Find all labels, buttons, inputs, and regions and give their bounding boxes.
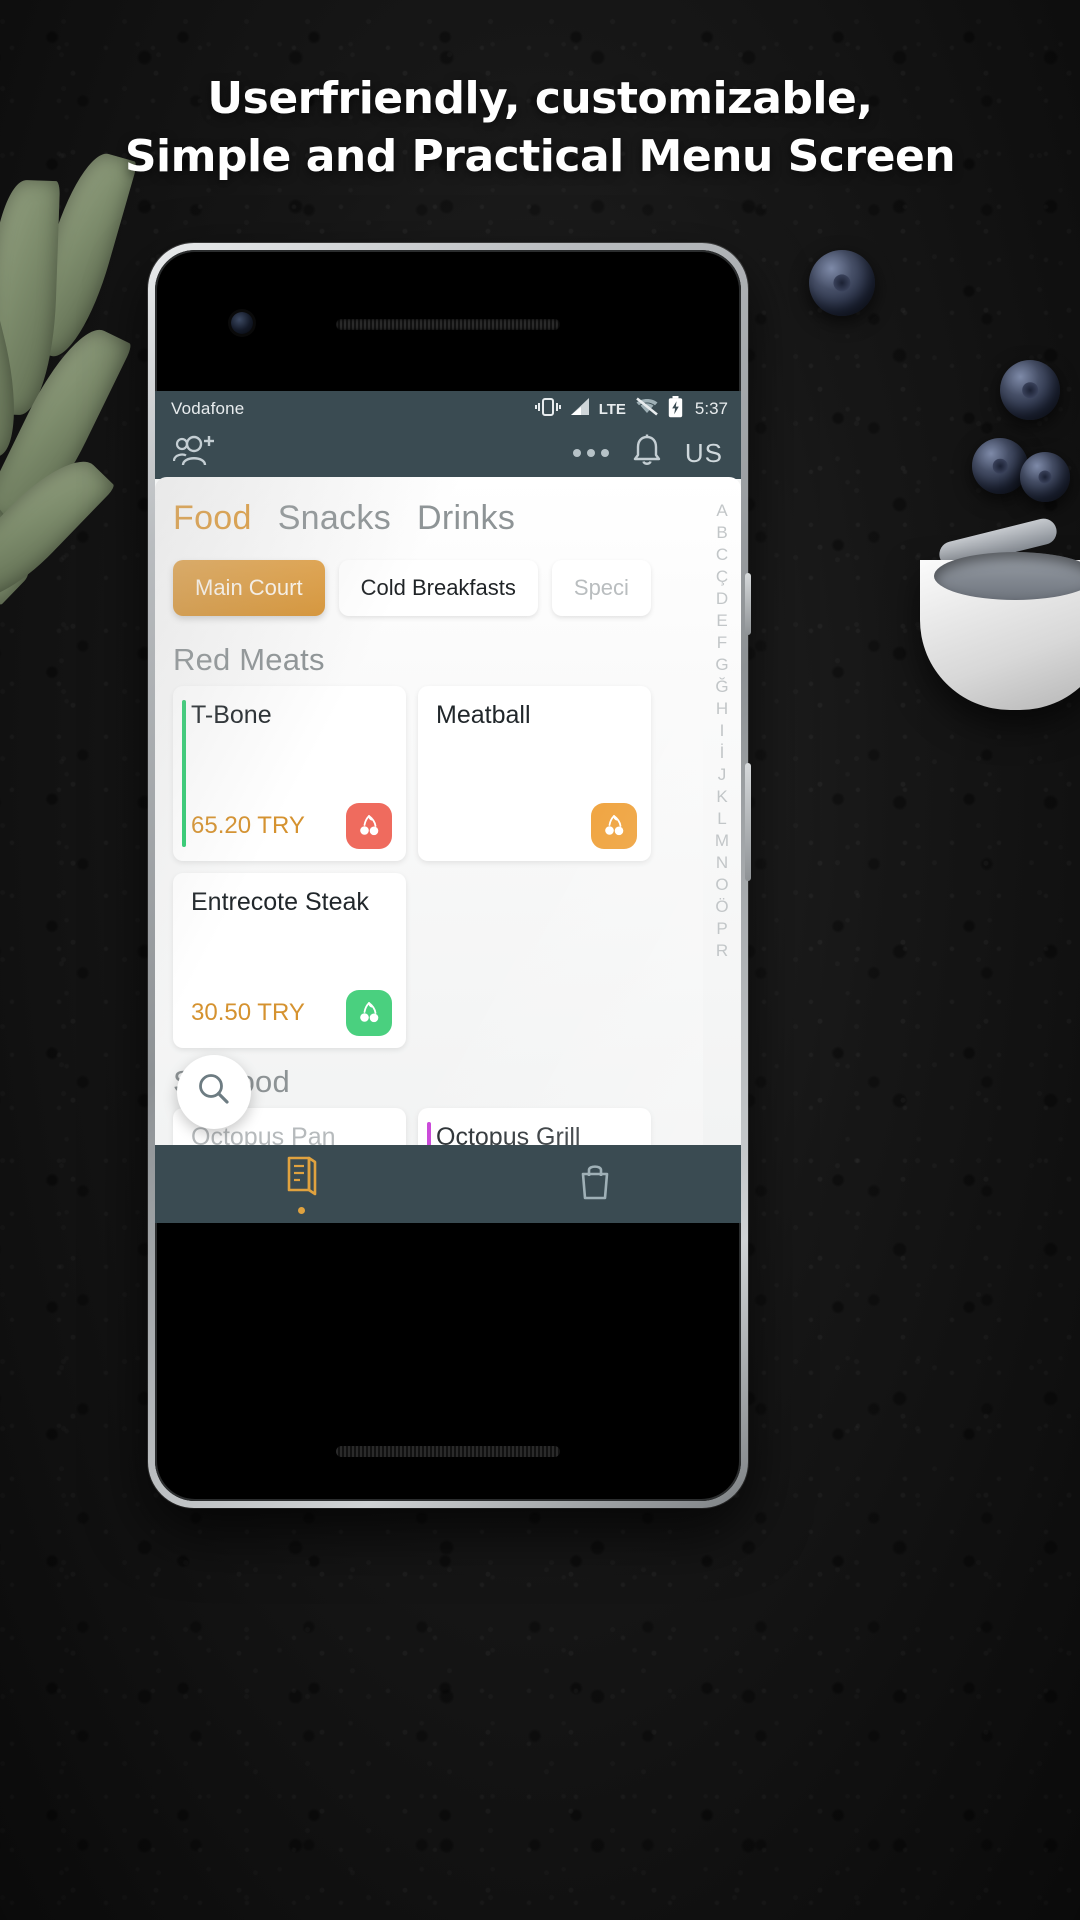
signal-bars-icon	[570, 397, 590, 421]
menu-scroll-area[interactable]: Food Snacks Drinks Main Court Cold Break…	[155, 477, 703, 1145]
blueberry	[1020, 452, 1070, 502]
carrier-label: Vodafone	[171, 399, 245, 418]
headline-line-2: Simple and Practical Menu Screen	[124, 131, 956, 182]
alpha-index-letter[interactable]: K	[716, 787, 727, 807]
category-tabs: Food Snacks Drinks	[155, 477, 703, 548]
nav-item-menu[interactable]	[155, 1154, 448, 1214]
alpha-index-letter[interactable]: L	[717, 809, 726, 829]
section-grid-red-meats: T-Bone 65.20 TRY Meatball Entrecote Stea…	[155, 686, 703, 1048]
battery-charging-icon	[668, 395, 683, 423]
alpha-index-letter[interactable]: B	[716, 523, 727, 543]
phone-mockup: Vodafone LTE 5:37 US Food Snacks Drinks …	[148, 243, 751, 1508]
cherry-icon[interactable]	[346, 990, 392, 1036]
menu-sheet: Food Snacks Drinks Main Court Cold Break…	[155, 477, 741, 1145]
nav-item-cart[interactable]	[448, 1161, 741, 1208]
menu-item-card[interactable]: Entrecote Steak 30.50 TRY	[173, 873, 406, 1048]
menu-book-icon	[282, 1154, 322, 1201]
chip-specials[interactable]: Speci	[551, 560, 651, 616]
alpha-index-letter[interactable]: N	[716, 853, 728, 873]
alpha-index-letter[interactable]: I	[720, 721, 725, 741]
item-name: Entrecote Steak	[191, 888, 369, 916]
tab-snacks[interactable]: Snacks	[278, 499, 391, 538]
phone-screen-bezel: Vodafone LTE 5:37 US Food Snacks Drinks …	[155, 250, 741, 1501]
cherry-icon[interactable]	[591, 803, 637, 849]
app-toolbar: US	[155, 427, 741, 479]
blueberry	[809, 250, 875, 316]
menu-item-card[interactable]: T-Bone 65.20 TRY	[173, 686, 406, 861]
item-name: T-Bone	[191, 701, 272, 729]
bottom-speaker	[336, 1446, 560, 1457]
cherry-icon[interactable]	[346, 803, 392, 849]
status-bar: Vodafone LTE 5:37	[155, 391, 741, 427]
tab-food[interactable]: Food	[173, 499, 252, 538]
alphabet-index[interactable]: A B C Ç D E F G Ğ H I İ J K L M N O Ö P …	[703, 477, 741, 1145]
alpha-index-letter[interactable]: C	[716, 545, 728, 565]
clock-label: 5:37	[694, 399, 728, 418]
chip-main-court[interactable]: Main Court	[173, 560, 325, 616]
item-name: Meatball	[436, 701, 531, 729]
alpha-index-letter[interactable]: F	[717, 633, 727, 653]
menu-item-card[interactable]: Octopus Grill	[418, 1108, 651, 1145]
wifi-off-icon	[635, 397, 659, 421]
alpha-index-letter[interactable]: E	[716, 611, 727, 631]
alpha-index-letter[interactable]: M	[715, 831, 729, 851]
bottom-navigation	[155, 1145, 741, 1223]
alpha-index-letter[interactable]: Ö	[715, 897, 728, 917]
menu-item-card[interactable]: Meatball	[418, 686, 651, 861]
vibrate-icon	[534, 397, 561, 422]
tab-drinks[interactable]: Drinks	[417, 499, 515, 538]
headline-line-1: Userfriendly, customizable,	[207, 73, 873, 124]
notification-bell-icon[interactable]	[631, 434, 663, 473]
alpha-index-letter[interactable]: İ	[720, 743, 725, 763]
promo-headline: Userfriendly, customizable, Simple and P…	[0, 70, 1080, 186]
item-name: Octopus Grill	[436, 1123, 581, 1145]
front-camera	[231, 312, 253, 334]
alpha-index-letter[interactable]: Ç	[716, 567, 728, 587]
overflow-menu-icon[interactable]	[572, 449, 609, 457]
power-button[interactable]	[745, 573, 751, 635]
alpha-index-letter[interactable]: D	[716, 589, 728, 609]
search-fab-button[interactable]	[177, 1055, 251, 1129]
network-type-label: LTE	[598, 400, 626, 418]
earpiece-speaker	[336, 319, 560, 330]
alpha-index-letter[interactable]: Ğ	[715, 677, 728, 697]
alpha-index-letter[interactable]: A	[716, 501, 727, 521]
alpha-index-letter[interactable]: R	[716, 941, 728, 961]
shopping-bag-icon	[576, 1161, 614, 1208]
blueberry	[972, 438, 1028, 494]
alpha-index-letter[interactable]: H	[716, 699, 728, 719]
item-accent-bar	[427, 1122, 431, 1145]
search-icon	[195, 1071, 233, 1114]
nav-active-indicator	[298, 1207, 305, 1214]
chip-cold-breakfasts[interactable]: Cold Breakfasts	[338, 560, 538, 616]
item-price: 65.20 TRY	[191, 812, 305, 839]
alpha-index-letter[interactable]: G	[715, 655, 728, 675]
item-accent-bar	[182, 700, 186, 847]
item-price: 30.50 TRY	[191, 999, 305, 1026]
alpha-index-letter[interactable]: J	[718, 765, 727, 785]
blueberry	[1000, 360, 1060, 420]
language-label[interactable]: US	[685, 438, 723, 469]
volume-button[interactable]	[745, 763, 751, 881]
subcategory-chips: Main Court Cold Breakfasts Speci	[155, 548, 703, 626]
app-screen: Vodafone LTE 5:37 US Food Snacks Drinks …	[155, 391, 741, 1223]
alpha-index-letter[interactable]: P	[716, 919, 727, 939]
add-person-icon[interactable]	[172, 434, 217, 473]
alpha-index-letter[interactable]: O	[715, 875, 728, 895]
section-title-red-meats: Red Meats	[173, 642, 325, 677]
